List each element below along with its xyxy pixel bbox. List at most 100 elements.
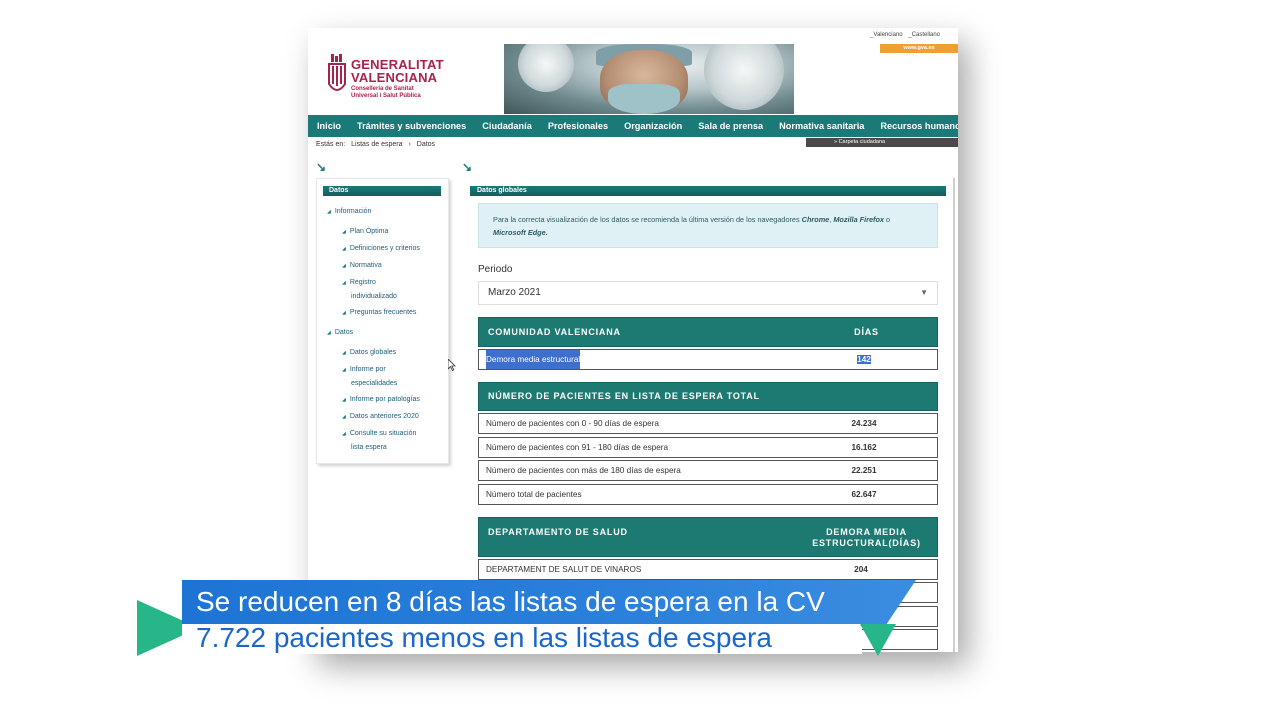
sidebar-item-registro[interactable]: ◢ Registro individualizado: [342, 276, 397, 303]
logo-subtitle: Conselleria de Sanitat Universal i Salut…: [351, 86, 421, 100]
sidebar-item-label: Normativa: [349, 262, 382, 269]
header-photo: [504, 44, 794, 114]
breadcrumb-separator: ›: [408, 141, 411, 148]
periodo-value: Marzo 2021: [488, 287, 541, 298]
browser-page: _Valenciano _Castellano www.gva.es GENER…: [308, 28, 958, 652]
breadcrumb-listas[interactable]: Listas de espera: [351, 141, 402, 148]
triangle-icon: ◢: [327, 330, 331, 336]
breadcrumb-prefix: Estás en:: [316, 141, 346, 148]
sidebar-item-informe-especialidades[interactable]: ◢ Informe por especialidades: [342, 363, 397, 390]
language-bar: _Valenciano _Castellano: [866, 32, 940, 38]
triangle-icon: ◢: [342, 246, 346, 252]
breadcrumb-datos: Datos: [416, 141, 436, 148]
nav-tramites[interactable]: Trámites y subvenciones: [349, 121, 474, 131]
cv-col-dias: DÍAS: [854, 327, 879, 337]
periodo-select[interactable]: Marzo 2021 ▼: [478, 281, 938, 305]
lang-valenciano-link[interactable]: _Valenciano: [870, 32, 903, 38]
row-label: Número de pacientes con 0 - 90 días de e…: [486, 419, 659, 428]
sidebar-item-label: Informe por: [349, 366, 386, 373]
nav-profesionales[interactable]: Profesionales: [540, 121, 616, 131]
arrow-down-right-icon: ↘: [316, 160, 327, 174]
nav-sala-prensa[interactable]: Sala de prensa: [690, 121, 771, 131]
sidebar-item-normativa[interactable]: ◢ Normativa: [342, 259, 382, 273]
cv-row-label: Demora media estructural: [486, 350, 581, 369]
triangle-icon: ◢: [342, 229, 346, 235]
triangle-icon: ◢: [342, 397, 346, 403]
sidebar-item-datos-globales[interactable]: ◢ Datos globales: [342, 346, 396, 360]
table-row: Número de pacientes con 0 - 90 días de e…: [478, 413, 938, 434]
carpeta-ciudadana-link[interactable]: » Carpeta ciudadana: [806, 138, 958, 147]
cv-row-value: 142: [834, 350, 894, 369]
row-label: Número total de pacientes: [486, 490, 582, 499]
generalitat-logo[interactable]: GENERALITAT VALENCIANA Conselleria de Sa…: [328, 52, 468, 112]
scrollbar[interactable]: [953, 178, 955, 652]
dept-col-departamento: DEPARTAMENTO DE SALUD: [488, 527, 628, 537]
table-row: Número total de pacientes 62.647: [478, 484, 938, 505]
sidebar-item-label: lista espera: [351, 444, 387, 451]
banner-headline: Se reducen en 8 días las listas de esper…: [196, 586, 825, 617]
triangle-icon: ◢: [342, 350, 346, 356]
video-frame: _Valenciano _Castellano www.gva.es GENER…: [0, 0, 1280, 720]
triangle-icon: ◢: [342, 280, 346, 286]
sidebar-item-preguntas[interactable]: ◢ Preguntas frecuentes: [342, 306, 416, 320]
info-text-or: o: [884, 215, 891, 224]
sidebar-item-datos[interactable]: ◢ Datos: [327, 326, 353, 340]
sidebar: Datos ◢ Información ◢ Plan Óptima ◢ Definic…: [316, 178, 449, 464]
dept-col-demora: DEMORA MEDIA ESTRUCTURAL(DÍAS): [799, 527, 934, 549]
row-label: Número de pacientes con 91 - 180 días de…: [486, 443, 669, 452]
row-value: 24.234: [851, 419, 877, 428]
sidebar-item-datos-anteriores[interactable]: ◢ Datos anteriores 2020: [342, 410, 419, 424]
browser-info-alert: Para la correcta visualización de los da…: [478, 203, 938, 248]
triangle-icon: ◢: [342, 414, 346, 420]
table-row: DEPARTAMENT DE SALUT DE VINAROS 204: [478, 559, 938, 580]
nav-normativa[interactable]: Normativa sanitaria: [771, 121, 872, 131]
cv-row-value-text: 142: [857, 355, 871, 364]
nav-ciudadania[interactable]: Ciudadanía: [474, 121, 540, 131]
triangle-icon: ◢: [342, 367, 346, 373]
sidebar-item-label: Plan Óptima: [349, 228, 389, 235]
logo-subtitle-line1: Conselleria de Sanitat: [351, 86, 414, 92]
info-edge: Microsoft Edge.: [493, 228, 548, 237]
sidebar-item-label: individualizado: [351, 293, 397, 300]
pacientes-table-header: NÚMERO DE PACIENTES EN LISTA DE ESPERA T…: [478, 382, 938, 411]
table-row: Número de pacientes con 91 - 180 días de…: [478, 437, 938, 458]
pacientes-header-label: NÚMERO DE PACIENTES EN LISTA DE ESPERA T…: [488, 391, 760, 401]
row-value: 204: [854, 565, 868, 574]
breadcrumb: Estás en: Listas de espera › Datos: [316, 141, 439, 148]
triangle-icon: ◢: [327, 209, 331, 215]
triangle-icon: ◢: [342, 263, 346, 269]
sidebar-item-plan-optima[interactable]: ◢ Plan Óptima: [342, 225, 388, 239]
sidebar-item-label: Datos globales: [349, 349, 397, 356]
sidebar-item-label: Datos: [334, 329, 354, 336]
nav-recursos-humanos[interactable]: Recursos humanos: [872, 121, 958, 131]
info-firefox: Mozilla Firefox: [833, 215, 884, 224]
dept-col-demora-line1: DEMORA MEDIA: [826, 527, 907, 537]
banner-subline: 7.722 pacientes menos en las listas de e…: [196, 622, 772, 653]
dept-col-demora-line2: ESTRUCTURAL(DÍAS): [812, 538, 921, 548]
nav-organizacion[interactable]: Organización: [616, 121, 690, 131]
sidebar-item-consulte[interactable]: ◢ Consulte su situación lista espera: [342, 427, 416, 454]
content-title: Datos globales: [470, 186, 946, 196]
lang-castellano-link[interactable]: _Castellano: [908, 32, 940, 38]
sidebar-item-label: Información: [334, 208, 372, 215]
logo-subtitle-line2: Universal i Salut Pública: [351, 93, 421, 99]
sidebar-item-label: Informe por patologías: [349, 396, 420, 403]
cv-row-demora: Demora media estructural 142: [478, 349, 938, 370]
mouse-cursor-icon: [448, 359, 456, 371]
triangle-icon: ◢: [342, 431, 346, 437]
sidebar-title: Datos: [323, 186, 441, 196]
sidebar-item-definiciones[interactable]: ◢ Definiciones y criterios: [342, 242, 420, 256]
info-chrome: Chrome: [801, 215, 830, 224]
cv-col-comunidad: COMUNIDAD VALENCIANA: [488, 327, 621, 337]
coat-of-arms-icon: [328, 54, 346, 91]
periodo-label: Periodo: [478, 264, 513, 275]
sidebar-item-label: Consulte su situación: [349, 430, 417, 437]
arrow-down-right-icon: ↘: [462, 160, 473, 174]
nav-inicio[interactable]: Inicio: [308, 121, 349, 131]
sidebar-item-informacion[interactable]: ◢ Información: [327, 205, 371, 219]
table-row: Número de pacientes con más de 180 días …: [478, 460, 938, 481]
info-text: Para la correcta visualización de los da…: [493, 215, 802, 224]
row-label: DEPARTAMENT DE SALUT DE VINAROS: [486, 565, 642, 574]
sidebar-item-informe-patologias[interactable]: ◢ Informe por patologías: [342, 393, 420, 407]
row-label: Número de pacientes con más de 180 días …: [486, 466, 681, 475]
